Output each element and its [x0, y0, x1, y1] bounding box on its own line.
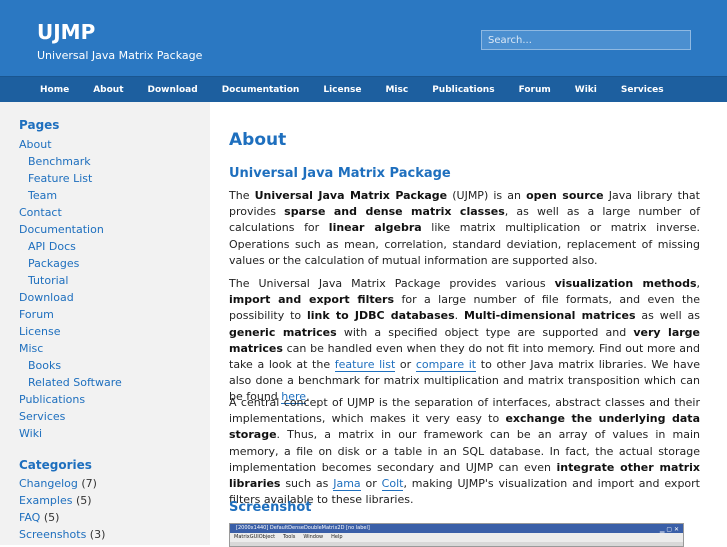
features-paragraph: The Universal Java Matrix Package provid…	[229, 276, 700, 406]
nav-link-download[interactable]: Download	[148, 85, 198, 95]
category-label[interactable]: Screenshots	[19, 528, 86, 541]
category-count: (7)	[81, 477, 97, 490]
pages-heading: Pages	[19, 118, 60, 132]
sidebar-item-benchmark[interactable]: Benchmark	[19, 153, 122, 170]
sidebar-item-packages[interactable]: Packages	[19, 255, 122, 272]
section-title-ujmp: Universal Java Matrix Package	[229, 166, 451, 181]
nav-link-home[interactable]: Home	[40, 85, 69, 95]
category-label[interactable]: FAQ	[19, 511, 40, 524]
site-subtitle: Universal Java Matrix Package	[37, 49, 203, 62]
nav-link-wiki[interactable]: Wiki	[575, 85, 597, 95]
site-header: UJMP Universal Java Matrix Package	[0, 0, 727, 76]
categories-heading: Categories	[19, 458, 92, 472]
inline-link[interactable]: compare it	[415, 358, 477, 373]
inline-link[interactable]: feature list	[334, 358, 396, 373]
screenshot-menu-item: Tools	[283, 534, 296, 540]
category-count: (5)	[43, 511, 60, 524]
sidebar-item-contact[interactable]: Contact	[19, 204, 122, 221]
pages-list: About Benchmark Feature List Team Contact Doc…	[19, 136, 122, 442]
text-run: (UJMP) is an	[447, 189, 527, 202]
nav-link-misc[interactable]: Misc	[385, 85, 408, 95]
sidebar-item-publications[interactable]: Publications	[19, 391, 122, 408]
intro-paragraph: The Universal Java Matrix Package (UJMP)…	[229, 188, 700, 269]
site-title[interactable]: UJMP	[37, 20, 95, 44]
text-run: ,	[696, 277, 701, 290]
screenshot-menubar: MatrixGUIObject Tools Window Help	[230, 533, 683, 542]
sidebar-item-download[interactable]: Download	[19, 289, 122, 306]
sidebar-item-wiki[interactable]: Wiki	[19, 425, 122, 442]
text-run: The Universal Java Matrix Package provid…	[229, 277, 555, 290]
bold-text: generic matrices	[229, 325, 337, 339]
category-count: (5)	[75, 494, 92, 507]
sidebar-item-forum[interactable]: Forum	[19, 306, 122, 323]
sidebar-item-license[interactable]: License	[19, 323, 122, 340]
concept-paragraph: A central concept of UJMP is the separat…	[229, 395, 700, 508]
screenshot-menu-item: Help	[331, 534, 343, 540]
bold-text: Universal Java Matrix Package	[254, 189, 448, 202]
sidebar-item-misc[interactable]: Misc	[19, 340, 122, 357]
category-item[interactable]: Screenshots (3)	[19, 526, 105, 543]
inline-link[interactable]: Jama	[333, 477, 361, 492]
category-item[interactable]: FAQ (5)	[19, 509, 105, 526]
sidebar-item-feature-list[interactable]: Feature List	[19, 170, 122, 187]
text-run: or	[360, 477, 382, 491]
screenshot-image[interactable]: [2000x1440] DefaultDenseDoubleMatrix2D […	[229, 523, 684, 547]
screenshot-menu-item: MatrixGUIObject	[234, 534, 276, 540]
section-title-screenshot: Screenshot	[229, 500, 312, 515]
category-count: (3)	[89, 528, 106, 541]
main-nav: Home About Download Documentation License Mis…	[0, 76, 727, 102]
inline-link[interactable]: Colt	[381, 477, 404, 492]
sidebar-item-tutorial[interactable]: Tutorial	[19, 272, 122, 289]
category-item[interactable]: Examples (5)	[19, 492, 105, 509]
sidebar-item-team[interactable]: Team	[19, 187, 122, 204]
search-input[interactable]	[481, 30, 691, 50]
screenshot-window-title: [2000x1440] DefaultDenseDoubleMatrix2D […	[236, 525, 370, 531]
bold-text: open source	[526, 189, 604, 202]
categories-list: Changelog (7) Examples (5) FAQ (5) Screensh…	[19, 475, 105, 543]
bold-text: Multi-dimensional matrices	[464, 309, 636, 323]
sidebar-item-api-docs[interactable]: API Docs	[19, 238, 122, 255]
sidebar-item-books[interactable]: Books	[19, 357, 122, 374]
sidebar-item-related-software[interactable]: Related Software	[19, 374, 122, 391]
nav-link-documentation[interactable]: Documentation	[222, 85, 300, 95]
sidebar: Pages About Benchmark Feature List Team Cont…	[0, 102, 210, 545]
text-run: The	[229, 189, 255, 202]
nav-link-services[interactable]: Services	[621, 85, 664, 95]
text-run: such as	[280, 477, 334, 491]
nav-link-about[interactable]: About	[93, 85, 123, 95]
text-run: or	[395, 358, 416, 372]
bold-text: link to JDBC databases	[307, 309, 455, 323]
category-label[interactable]: Changelog	[19, 477, 78, 490]
nav-link-forum[interactable]: Forum	[519, 85, 551, 95]
sidebar-item-documentation[interactable]: Documentation	[19, 221, 122, 238]
bold-text: import and export filters	[229, 293, 395, 307]
text-run: with a specified object type are support…	[336, 325, 634, 339]
category-label[interactable]: Examples	[19, 494, 72, 507]
sidebar-item-services[interactable]: Services	[19, 408, 122, 425]
sidebar-item-about[interactable]: About	[19, 136, 122, 153]
bold-text: linear algebra	[328, 221, 422, 235]
bold-text: visualization methods	[554, 277, 697, 290]
window-controls-icon: ▁ ▢ ✕	[659, 526, 679, 533]
nav-link-publications[interactable]: Publications	[432, 85, 494, 95]
page-title: About	[229, 130, 287, 150]
category-item[interactable]: Changelog (7)	[19, 475, 105, 492]
bold-text: sparse and dense matrix classes	[284, 205, 505, 219]
screenshot-titlebar: [2000x1440] DefaultDenseDoubleMatrix2D […	[230, 524, 683, 533]
text-run: .	[454, 309, 465, 323]
text-run: as well as	[635, 309, 700, 323]
screenshot-menu-item: Window	[303, 534, 324, 540]
nav-link-license[interactable]: License	[323, 85, 361, 95]
